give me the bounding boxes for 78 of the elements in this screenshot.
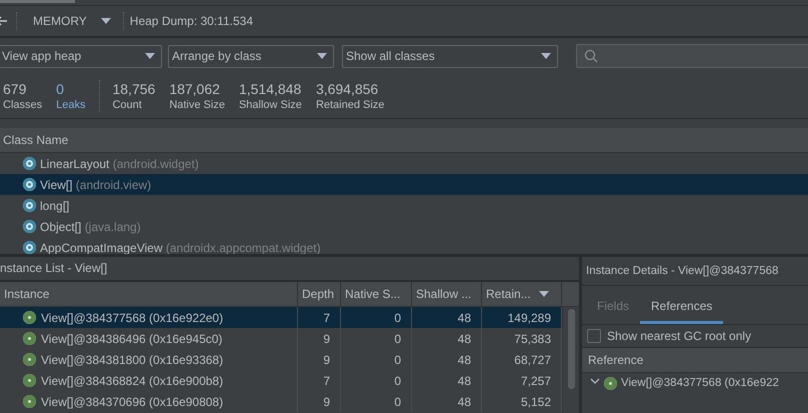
class-icon [23,199,36,212]
table-cell: 7 [298,307,341,328]
stat-label: Classes [3,98,42,112]
column-header[interactable]: Reference [582,348,808,373]
class-icon [23,241,36,254]
instance-name: View[]@384377568 (0x16e922e0) [41,310,224,324]
instance-icon [23,332,36,345]
table-cell: 48 [412,391,482,412]
class-row[interactable]: Object[] (java.lang) [0,216,808,237]
instance-row[interactable]: View[]@384381800 (0x16e93368) 9 0 48 68,727 [0,349,562,370]
stat-value: 3,694,856 [316,80,380,98]
column-header[interactable]: Native S... [341,282,412,306]
table-cell: 9 [298,391,341,412]
class-row[interactable]: LinearLayout (android.widget) [0,153,808,174]
scrollbar-thumb[interactable] [568,309,574,389]
table-cell: 0 [341,391,412,412]
stat-value: 187,062 [169,80,221,98]
column-header[interactable]: Instance [0,282,298,306]
panel-title: Instance Details - View[]@384377568 [582,257,808,286]
filter-dropdown[interactable]: Arrange by class [168,44,334,68]
instance-row[interactable]: View[]@384386496 (0x16e945c0) 9 0 48 75,383 [0,328,562,349]
stat-value: 679 [3,80,28,98]
class-icon [23,220,36,233]
table-cell: 48 [412,370,482,391]
dropdown-caret-icon [541,53,551,59]
filter-dropdown[interactable]: Show all classes [342,44,558,68]
table-cell: 0 [341,370,412,391]
instance-icon [23,353,36,366]
instance-icon [23,311,36,324]
instance-row[interactable]: View[]@384368824 (0x16e900b8) 7 0 48 7,257 [0,370,562,391]
reference-row[interactable]: View[]@384377568 (0x16e922 [582,373,808,393]
filter-dropdown[interactable]: View app heap [0,44,162,68]
column-header[interactable]: Shallow ... [412,282,482,306]
table-cell: 48 [412,328,482,349]
sort-descending-icon [538,291,549,297]
profiler-dropdown[interactable]: MEMORY [23,11,117,31]
column-header[interactable]: Class Name [0,128,808,153]
stat-label: Count [112,98,143,112]
checkbox[interactable] [587,329,601,343]
dropdown-caret-icon [100,18,111,24]
stat-label: Native Size [169,98,225,112]
table-cell: 48 [412,349,482,370]
search-icon [584,49,598,63]
class-icon [23,157,36,170]
instance-icon [23,374,36,387]
instance-name: View[]@384381800 (0x16e93368) [41,352,224,366]
tab[interactable]: References [640,286,724,324]
instance-name: View[]@384368824 (0x16e900b8) [41,374,224,388]
stat-value: 1,514,848 [238,80,302,98]
session-label: Heap Dump: 30:11.534 [130,14,253,28]
checkbox-label: Show nearest GC root only [607,329,752,343]
instance-icon [604,376,617,390]
instance-row[interactable]: View[]@384377568 (0x16e922e0) 7 0 48 149,289 [0,307,562,328]
dropdown-caret-icon [317,53,327,59]
search-field[interactable] [576,44,808,68]
table-cell: 7 [298,370,341,391]
instance-row[interactable]: View[]@384370696 (0x16e90808) 9 0 48 5,152 [0,391,562,412]
class-row[interactable]: View[] (android.view) [0,174,808,195]
leak-count-link[interactable]: 0 [56,80,86,98]
table-cell: 48 [412,307,482,328]
class-icon [23,178,36,191]
column-header[interactable]: Depth [298,282,341,306]
table-cell: 9 [298,328,341,349]
dropdown-caret-icon [145,53,155,59]
table-cell: 0 [341,328,412,349]
stat-value: 18,756 [112,80,156,98]
table-cell: 9 [298,349,341,370]
column-header[interactable]: Retain... [482,282,562,306]
class-row[interactable]: AppCompatImageView (androidx.appcompat.widget) [0,237,808,254]
instance-icon [23,395,36,408]
table-cell: 0 [341,349,412,370]
stat-label: Retained Size [316,98,384,112]
leaks-link[interactable]: Leaks [56,98,86,112]
instance-name: View[]@384370696 (0x16e90808) [41,394,224,408]
table-cell: 0 [341,307,412,328]
instance-name: View[]@384386496 (0x16e945c0) [41,332,222,346]
stat-label: Shallow Size [238,98,302,112]
class-row[interactable]: long[] [0,195,808,216]
